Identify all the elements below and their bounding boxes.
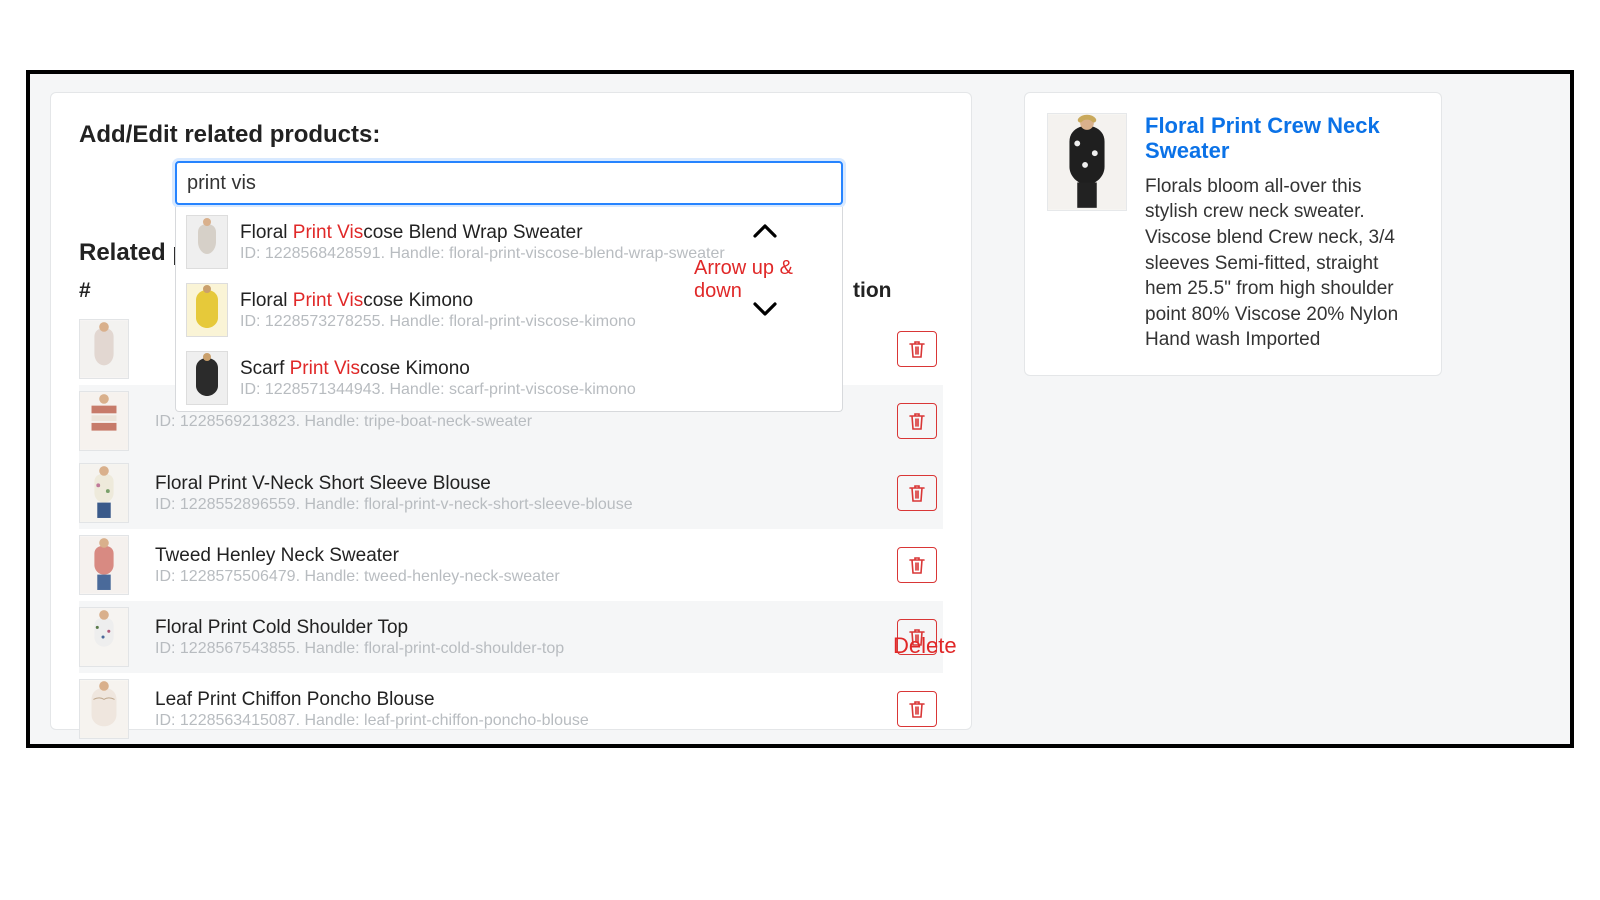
- suggestion-title: Scarf Print Viscose Kimono: [240, 358, 832, 380]
- list-item[interactable]: Leaf Print Chiffon Poncho Blouse ID: 122…: [79, 673, 943, 745]
- product-thumbnail: [79, 391, 129, 451]
- product-thumbnail: [79, 319, 129, 379]
- row-meta: ID: 1228575506479. Handle: tweed-henley-…: [155, 568, 885, 586]
- delete-button[interactable]: [897, 403, 937, 439]
- product-thumbnail: [79, 679, 129, 739]
- product-thumbnail: [79, 535, 129, 595]
- product-detail-title[interactable]: Floral Print Crew Neck Sweater: [1145, 113, 1419, 164]
- product-detail-description: Florals bloom all-over this stylish crew…: [1145, 174, 1419, 353]
- delete-button[interactable]: [897, 331, 937, 367]
- row-texts: Floral Print Cold Shoulder Top ID: 12285…: [155, 617, 885, 658]
- row-texts: Floral Print V-Neck Short Sleeve Blouse …: [155, 473, 885, 514]
- product-thumbnail: [1047, 113, 1127, 211]
- row-meta: ID: 1228567543855. Handle: floral-print-…: [155, 640, 885, 658]
- col-action: tion: [853, 279, 943, 303]
- row-meta: ID: 1228563415087. Handle: leaf-print-ch…: [155, 712, 885, 730]
- annotation-arrows: Arrow up & down: [694, 257, 842, 303]
- related-products-editor-card: Add/Edit related products: Arrow up & do…: [50, 92, 972, 730]
- row-texts: Leaf Print Chiffon Poncho Blouse ID: 122…: [155, 689, 885, 730]
- list-item[interactable]: Floral Print V-Neck Short Sleeve Blouse …: [79, 457, 943, 529]
- list-item[interactable]: Floral Print Cold Shoulder Top ID: 12285…: [79, 601, 943, 673]
- suggestion-title: Floral Print Viscose Blend Wrap Sweater: [240, 222, 832, 244]
- delete-button[interactable]: [897, 691, 937, 727]
- list-item[interactable]: Tweed Henley Neck Sweater ID: 1228575506…: [79, 529, 943, 601]
- product-thumbnail: [186, 351, 228, 405]
- product-search-input[interactable]: [175, 161, 843, 205]
- product-thumbnail: [79, 463, 129, 523]
- row-meta: ID: 1228552896559. Handle: floral-print-…: [155, 496, 885, 514]
- row-title: Floral Print Cold Shoulder Top: [155, 617, 885, 639]
- editor-heading: Add/Edit related products:: [79, 121, 943, 149]
- product-detail-card: Floral Print Crew Neck Sweater Florals b…: [1024, 92, 1442, 376]
- product-thumbnail: [186, 215, 228, 269]
- suggestion-meta: ID: 1228573278255. Handle: floral-print-…: [240, 313, 832, 331]
- row-meta: ID: 1228569213823. Handle: tripe-boat-ne…: [155, 413, 885, 431]
- row-title: Floral Print V-Neck Short Sleeve Blouse: [155, 473, 885, 495]
- row-title: Leaf Print Chiffon Poncho Blouse: [155, 689, 885, 711]
- suggestion-meta: ID: 1228571344943. Handle: scarf-print-v…: [240, 381, 832, 399]
- chevron-up-icon[interactable]: [752, 217, 778, 245]
- product-thumbnail: [79, 607, 129, 667]
- suggestion-texts: Scarf Print Viscose Kimono ID: 122857134…: [240, 358, 832, 399]
- app-frame: Add/Edit related products: Arrow up & do…: [26, 70, 1574, 748]
- row-title: Tweed Henley Neck Sweater: [155, 545, 885, 567]
- delete-button[interactable]: [897, 547, 937, 583]
- annotation-delete: Delete: [893, 633, 957, 659]
- product-thumbnail: [186, 283, 228, 337]
- row-texts: Tweed Henley Neck Sweater ID: 1228575506…: [155, 545, 885, 586]
- delete-button[interactable]: [897, 475, 937, 511]
- row-texts: ID: 1228569213823. Handle: tripe-boat-ne…: [155, 412, 885, 431]
- search-suggestions-dropdown: Arrow up & down Floral Print Viscose Ble…: [175, 207, 843, 412]
- search-wrap: Arrow up & down Floral Print Viscose Ble…: [175, 161, 843, 205]
- col-index: #: [79, 279, 167, 303]
- suggestion-item[interactable]: Scarf Print Viscose Kimono ID: 122857134…: [176, 343, 842, 411]
